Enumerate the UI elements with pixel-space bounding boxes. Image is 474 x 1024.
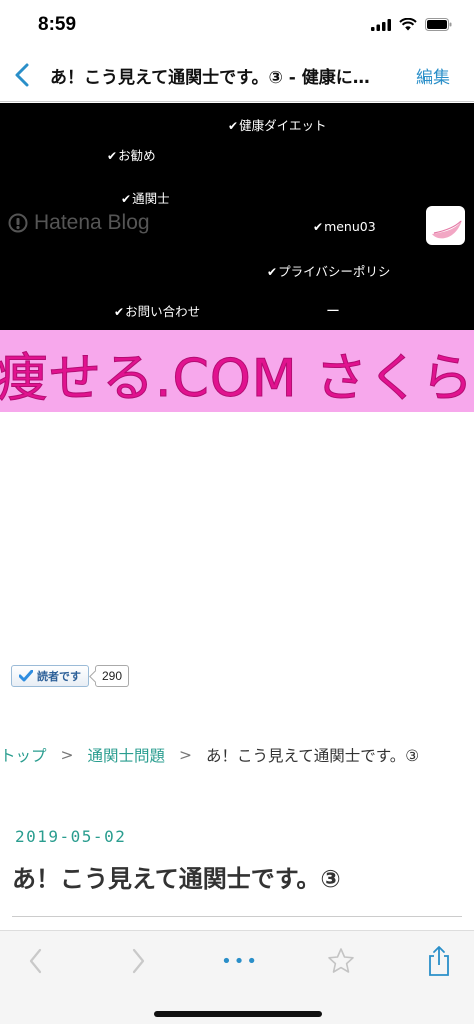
menu-label: お勧め xyxy=(118,148,156,163)
breadcrumb: トップ > 通関士問題 > あ！こう見えて通関士です。③ xyxy=(0,744,419,766)
breadcrumb-category-link[interactable]: 通関士問題 xyxy=(88,744,166,766)
page-title: あ！こう見えて通関士です。③ - 健康に… xyxy=(50,68,370,88)
chevron-right-icon xyxy=(132,948,145,974)
menu-label: プライバシーポリシ xyxy=(278,264,391,279)
share-icon xyxy=(429,946,449,976)
status-bar: 8:59 xyxy=(0,0,474,48)
breadcrumb-separator: > xyxy=(179,746,193,764)
check-icon xyxy=(19,670,33,682)
nav-bar: あ！こう見えて通関士です。③ - 健康に… 編集 xyxy=(0,48,474,102)
battery-icon xyxy=(425,18,452,31)
home-indicator xyxy=(154,1011,322,1017)
menu-item-health-diet[interactable]: ✔健康ダイエット xyxy=(228,115,326,134)
petal-image xyxy=(432,220,462,239)
subscribed-button[interactable]: 読者です xyxy=(11,665,89,687)
menu-item-privacy-policy[interactable]: ✔プライバシーポリシ xyxy=(267,261,390,280)
share-button[interactable] xyxy=(421,945,457,977)
menu-label: 通関士 xyxy=(132,191,170,206)
wifi-icon xyxy=(399,18,417,31)
banner-title: 痩せる.COM さくら xyxy=(0,349,474,410)
breadcrumb-current: あ！こう見えて通関士です。③ xyxy=(206,747,420,765)
status-icons xyxy=(371,18,452,31)
divider xyxy=(12,916,462,917)
star-icon xyxy=(328,948,354,973)
menu-dash: ー xyxy=(326,304,340,320)
subscribed-label: 読者です xyxy=(37,670,81,683)
hatena-blog-logo[interactable]: Hatena Blog xyxy=(8,211,150,235)
blog-banner[interactable]: 痩せる.COM さくら xyxy=(0,330,474,412)
check-icon: ✔ xyxy=(107,149,118,163)
browser-toolbar: ••• xyxy=(0,930,474,1024)
blog-header: ✔健康ダイエット ✔お勧め ✔通関士 Hatena Blog ✔menu03 ✔… xyxy=(0,103,474,330)
more-button[interactable]: ••• xyxy=(221,945,258,977)
check-icon: ✔ xyxy=(313,220,324,234)
hatena-logo-icon xyxy=(8,213,28,233)
article-title[interactable]: あ！こう見えて通関士です。③ xyxy=(12,859,341,894)
chevron-left-icon xyxy=(29,948,42,974)
menu-label: お問い合わせ xyxy=(125,304,201,319)
check-icon: ✔ xyxy=(267,265,278,279)
reader-badge: 読者です 290 xyxy=(11,665,130,687)
reader-count: 290 xyxy=(95,665,130,687)
logo-text: Hatena Blog xyxy=(34,211,150,234)
status-time: 8:59 xyxy=(38,14,77,35)
menu-item-contact[interactable]: ✔お問い合わせ xyxy=(114,301,200,320)
bookmark-button[interactable] xyxy=(323,945,359,977)
article-date[interactable]: 2019-05-02 xyxy=(15,827,126,846)
menu-item-menu03[interactable]: ✔menu03 xyxy=(313,219,376,234)
blog-icon-image[interactable] xyxy=(426,206,465,245)
check-icon: ✔ xyxy=(114,305,125,319)
edit-button[interactable]: 編集 xyxy=(416,63,450,88)
chevron-left-icon[interactable] xyxy=(8,60,38,90)
menu-label: 健康ダイエット xyxy=(239,118,327,133)
menu-label: menu03 xyxy=(324,219,376,234)
menu-item-customs-broker[interactable]: ✔通関士 xyxy=(121,188,170,207)
signal-icon xyxy=(371,18,391,31)
check-icon: ✔ xyxy=(228,119,239,133)
menu-item-recommend[interactable]: ✔お勧め xyxy=(107,145,156,164)
forward-button[interactable] xyxy=(120,945,156,977)
breadcrumb-separator: > xyxy=(60,746,74,764)
check-icon: ✔ xyxy=(121,192,132,206)
back-button[interactable] xyxy=(18,945,54,977)
breadcrumb-top-link[interactable]: トップ xyxy=(0,744,47,766)
